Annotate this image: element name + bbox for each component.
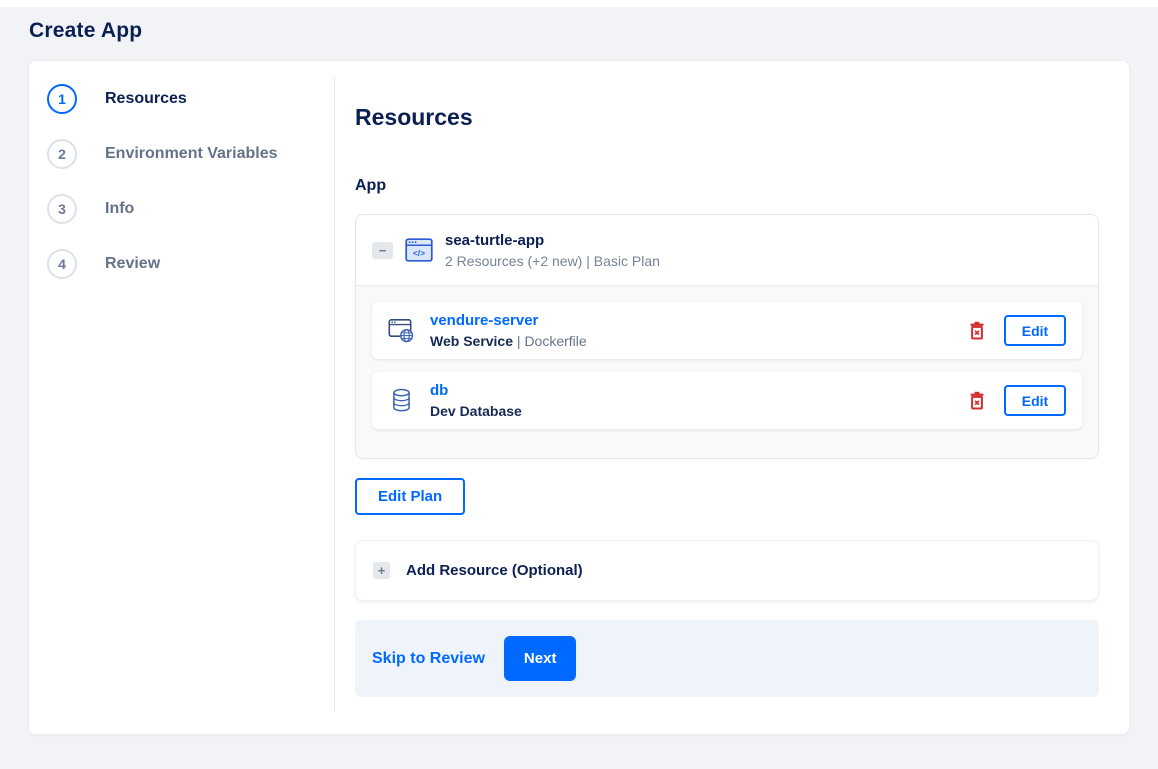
step-label: Info [105,200,135,217]
add-resource-section[interactable]: + Add Resource (Optional) [355,540,1099,601]
delete-resource-button[interactable] [967,389,987,412]
resource-type: Dev Database [430,403,522,419]
page-title: Create App [29,19,143,42]
resource-name-link[interactable]: vendure-server [430,312,587,329]
step-environment-variables[interactable]: 2 Environment Variables [47,139,334,169]
resource-detail: Dockerfile [524,333,587,349]
step-review[interactable]: 4 Review [47,249,334,279]
step-number-badge: 3 [47,194,77,224]
resource-separator: | [513,333,525,349]
app-section-label: App [355,177,387,194]
step-resources[interactable]: 1 Resources [47,84,334,114]
step-label: Environment Variables [105,145,278,162]
database-icon [393,388,410,412]
skip-to-review-link[interactable]: Skip to Review [372,650,485,668]
resource-name-link[interactable]: db [430,382,522,399]
svg-text:</>: </> [413,248,425,258]
app-code-icon: </> [405,238,433,262]
step-number-badge: 4 [47,249,77,279]
step-label: Resources [105,90,187,107]
step-label: Review [105,255,161,272]
resource-texts: db Dev Database [430,382,522,419]
top-strip [0,0,1158,7]
collapse-app-button[interactable]: − [372,241,393,259]
app-group-body: vendure-server Web Service | Dockerfile [356,285,1098,458]
app-group-header: − </> sea-turtle-app 2 Resources (+2 new… [356,215,1098,285]
trash-icon [970,391,984,410]
add-resource-label: Add Resource (Optional) [406,562,583,579]
resource-row-web-service: vendure-server Web Service | Dockerfile [372,302,1082,359]
create-app-wizard-card: 1 Resources 2 Environment Variables 3 In… [28,60,1130,735]
web-service-icon [388,318,414,343]
resource-type: Web Service [430,333,514,349]
step-info[interactable]: 3 Info [47,194,334,224]
wizard-stepper: 1 Resources 2 Environment Variables 3 In… [29,61,334,734]
resource-subtitle: Dev Database [430,403,522,419]
plus-icon[interactable]: + [373,562,390,579]
edit-plan-button[interactable]: Edit Plan [355,478,466,515]
resource-row-database: db Dev Database Edit [372,372,1082,429]
trash-icon [970,321,984,340]
delete-resource-button[interactable] [967,319,987,342]
edit-resource-button[interactable]: Edit [1004,385,1066,416]
step-number-badge: 1 [47,84,77,114]
edit-resource-button[interactable]: Edit [1004,315,1066,346]
resources-step-content: Resources App − </> sea-turtle-app 2 Res… [335,61,1129,734]
content-heading: Resources [355,104,473,130]
wizard-footer: Skip to Review Next [355,620,1099,697]
app-group-card: − </> sea-turtle-app 2 Resources (+2 new… [355,214,1099,459]
resource-subtitle: Web Service | Dockerfile [430,333,587,349]
resource-texts: vendure-server Web Service | Dockerfile [430,312,587,349]
step-number-badge: 2 [47,139,77,169]
app-summary: 2 Resources (+2 new) | Basic Plan [445,252,660,269]
app-group-titles: sea-turtle-app 2 Resources (+2 new) | Ba… [445,232,660,269]
app-name: sea-turtle-app [445,231,545,249]
next-button[interactable]: Next [503,636,577,681]
